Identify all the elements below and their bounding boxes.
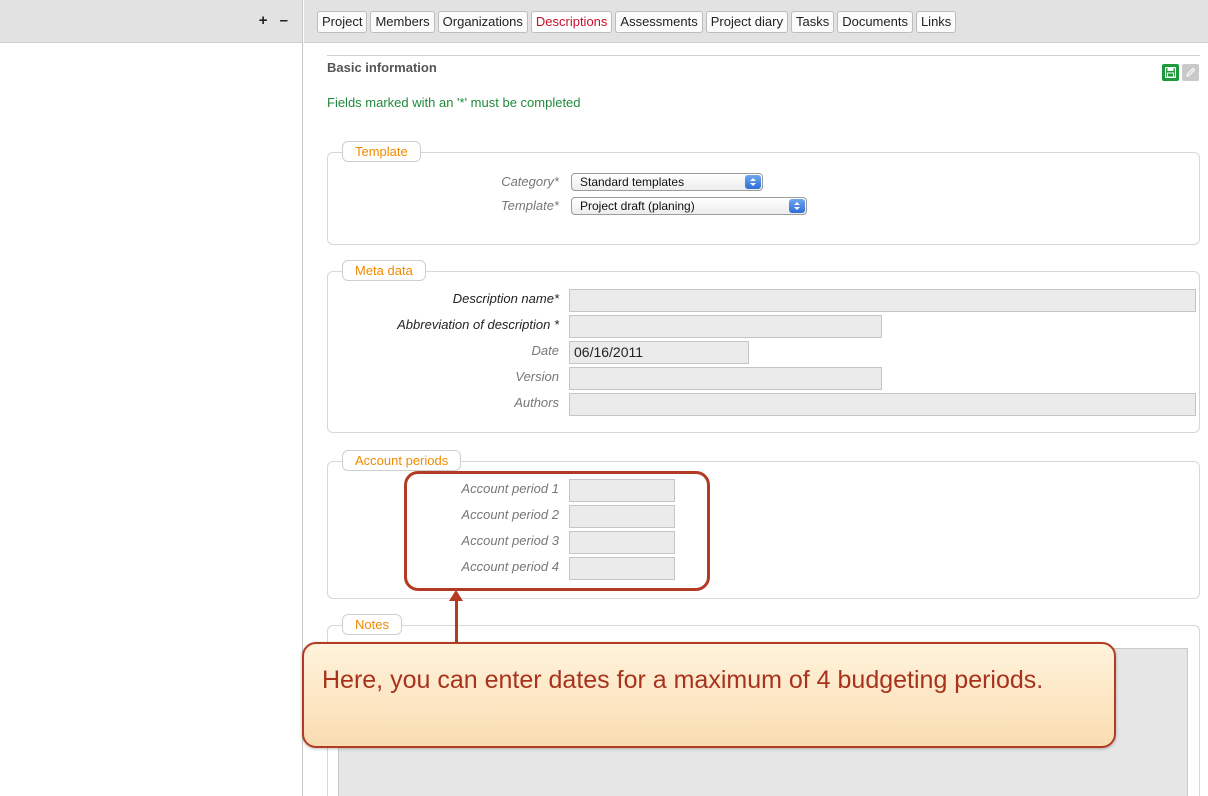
category-label: Category*	[501, 174, 559, 189]
template-label: Template*	[500, 198, 559, 213]
section-title: Basic information	[327, 60, 437, 75]
date-row: Date 06/16/2011	[328, 340, 1199, 364]
version-row: Version	[328, 366, 1199, 390]
form-content: Basic information Fields marked with an …	[327, 55, 1200, 796]
date-label: Date	[531, 343, 559, 358]
sidebar-header: + –	[0, 0, 302, 43]
template-row: Template* Project draft (planing)	[328, 195, 1199, 217]
tab-members[interactable]: Members	[370, 11, 435, 33]
meta-data-legend: Meta data	[342, 260, 426, 281]
abbreviation-label: Abbreviation of description *	[397, 317, 559, 332]
callout-highlight-box	[404, 471, 710, 591]
template-select[interactable]: Project draft (planing)	[571, 197, 807, 215]
tab-project-diary[interactable]: Project diary	[705, 11, 788, 33]
required-fields-note: Fields marked with an '*' must be comple…	[327, 95, 581, 110]
authors-row: Authors	[328, 392, 1199, 416]
save-icon[interactable]	[1162, 64, 1179, 81]
meta-data-fieldset: Meta data Description name* Abbreviation…	[327, 260, 1200, 433]
sidebar: + –	[0, 0, 303, 796]
tab-tasks[interactable]: Tasks	[790, 11, 835, 33]
template-legend: Template	[342, 141, 421, 162]
version-input[interactable]	[569, 367, 882, 390]
date-input[interactable]: 06/16/2011	[569, 341, 749, 364]
title-icons	[1162, 64, 1199, 81]
basic-info-header: Basic information	[327, 55, 1200, 81]
template-fieldset: Template Category* Standard templates Te…	[327, 141, 1200, 245]
expand-collapse-controls: + –	[257, 12, 292, 29]
tab-organizations[interactable]: Organizations	[437, 11, 528, 33]
tabs-bar: Project Members Organizations Descriptio…	[304, 0, 1208, 43]
tab-assessments[interactable]: Assessments	[615, 11, 703, 33]
description-name-input[interactable]	[569, 289, 1196, 312]
select-arrows-icon	[789, 199, 805, 213]
authors-input[interactable]	[569, 393, 1196, 416]
description-name-row: Description name*	[328, 288, 1199, 312]
abbreviation-input[interactable]	[569, 315, 882, 338]
notes-legend: Notes	[342, 614, 402, 635]
tab-list: Project Members Organizations Descriptio…	[317, 11, 959, 33]
abbreviation-row: Abbreviation of description *	[328, 314, 1199, 338]
collapse-all-button[interactable]: –	[278, 12, 292, 29]
tab-links[interactable]: Links	[915, 11, 957, 33]
tab-documents[interactable]: Documents	[837, 11, 913, 33]
category-select-value: Standard templates	[580, 175, 685, 189]
edit-pencil-icon[interactable]	[1182, 64, 1199, 81]
tab-project[interactable]: Project	[317, 11, 368, 33]
select-arrows-icon	[745, 175, 761, 189]
tab-descriptions[interactable]: Descriptions	[530, 11, 613, 33]
template-select-value: Project draft (planing)	[580, 199, 695, 213]
authors-label: Authors	[514, 395, 559, 410]
description-name-label: Description name*	[452, 291, 559, 306]
help-tooltip: Here, you can enter dates for a maximum …	[302, 642, 1116, 748]
category-row: Category* Standard templates	[328, 171, 1199, 193]
account-periods-legend: Account periods	[342, 450, 462, 471]
callout-arrow-line	[455, 600, 458, 645]
expand-all-button[interactable]: +	[257, 12, 272, 29]
version-label: Version	[515, 369, 559, 384]
category-select[interactable]: Standard templates	[571, 173, 763, 191]
